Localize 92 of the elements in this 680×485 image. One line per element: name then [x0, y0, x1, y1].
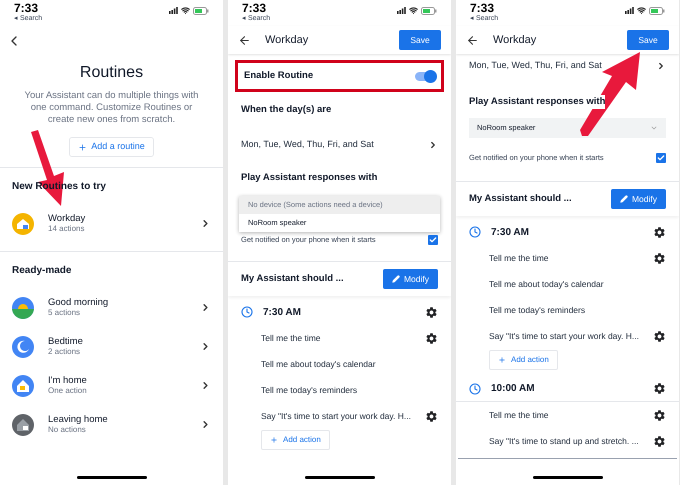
- settings-icon[interactable]: [653, 226, 666, 238]
- action-label[interactable]: Tell me the time: [261, 332, 425, 344]
- settings-icon[interactable]: [425, 306, 438, 318]
- routine-name: Bedtime: [48, 336, 83, 348]
- signal-icon: [169, 7, 178, 14]
- section-heading: My Assistant should ...: [241, 272, 345, 286]
- settings-icon[interactable]: [653, 382, 666, 395]
- house-icon: [12, 212, 34, 234]
- days-row[interactable]: Mon, Tue, Wed, Thu, Fri, and Sat: [228, 128, 451, 162]
- status-time: 7:33: [242, 2, 266, 14]
- action-label[interactable]: Say "It's time to start your work day. H...: [261, 410, 425, 422]
- pencil-icon: [392, 275, 400, 283]
- action-label[interactable]: Tell me the time: [489, 252, 653, 264]
- routine-subtitle: 14 actions: [48, 224, 86, 234]
- action-label[interactable]: Tell me about today's calendar: [489, 278, 666, 290]
- action-label[interactable]: Say "It's time to stand up and stretch. ...: [489, 434, 653, 448]
- notify-checkbox[interactable]: [656, 153, 666, 163]
- modify-button[interactable]: Modify: [382, 269, 438, 289]
- clock-icon: [241, 306, 253, 318]
- settings-icon[interactable]: [425, 332, 438, 344]
- signal-icon: [625, 7, 634, 14]
- settings-icon[interactable]: [653, 252, 666, 264]
- back-icon[interactable]: [238, 34, 251, 46]
- section-heading: Play Assistant responses with: [469, 94, 606, 110]
- section-heading: Ready-made: [12, 264, 72, 278]
- add-action-button[interactable]: Add action: [489, 350, 558, 370]
- description-text: Your Assistant can do multiple things with one command. Customize Routines or create new ones from scratch.: [24, 90, 200, 126]
- house-icon: [12, 374, 34, 396]
- wifi-icon: [637, 6, 646, 15]
- home-indicator: [532, 476, 602, 479]
- plus-icon: [270, 436, 278, 444]
- settings-icon[interactable]: [653, 330, 666, 342]
- pencil-icon: [620, 195, 628, 203]
- routine-name: Leaving home: [48, 414, 108, 426]
- save-button[interactable]: Save: [399, 30, 441, 50]
- wifi-icon: [409, 6, 418, 15]
- page-title: Routines: [78, 63, 144, 83]
- action-label[interactable]: Tell me about today's calendar: [261, 358, 438, 370]
- routine-subtitle: No actions: [48, 425, 87, 436]
- settings-icon[interactable]: [425, 410, 438, 422]
- settings-icon[interactable]: [653, 408, 666, 422]
- moon-icon: [12, 336, 34, 358]
- dropdown-icon: [650, 124, 658, 132]
- home-indicator: [304, 476, 374, 479]
- wifi-icon: [181, 6, 190, 15]
- section-heading: My Assistant should ...: [469, 192, 573, 206]
- home-indicator: [76, 476, 146, 479]
- back-icon[interactable]: [466, 34, 479, 46]
- battery-icon: [649, 6, 665, 14]
- status-time: 7:33: [470, 2, 494, 14]
- settings-icon[interactable]: [653, 434, 666, 448]
- chevron-right-icon: [428, 140, 438, 150]
- routine-subtitle: 5 actions: [48, 308, 82, 318]
- clock-icon: [469, 382, 481, 394]
- battery-icon: [421, 6, 437, 14]
- time-label: 7:30 AM: [263, 306, 302, 320]
- status-time: 7:33: [14, 2, 38, 14]
- routine-subtitle: 2 actions: [48, 347, 82, 358]
- routine-name: I'm home: [48, 374, 87, 386]
- time-label: 10:00 AM: [491, 382, 536, 396]
- routine-name: Good morning: [48, 296, 108, 308]
- screen-title: Workday: [493, 32, 538, 48]
- section-heading: When the day(s) are: [241, 102, 332, 117]
- modify-button[interactable]: Modify: [610, 189, 666, 209]
- battery-icon: [193, 6, 209, 14]
- routine-item[interactable]: Leaving home No actions: [0, 405, 223, 444]
- add-routine-button[interactable]: Add a routine: [69, 137, 154, 157]
- add-action-button[interactable]: Add action: [261, 430, 330, 450]
- notify-checkbox[interactable]: [428, 235, 438, 245]
- plus-icon: [78, 142, 88, 152]
- routine-item[interactable]: I'm home One action: [0, 366, 223, 405]
- routine-name: Workday: [48, 212, 86, 224]
- action-label[interactable]: Tell me the time: [489, 408, 653, 422]
- action-label[interactable]: Say "It's time to start your work day. H...: [489, 330, 653, 342]
- chevron-right-icon: [656, 61, 666, 71]
- routine-item[interactable]: Good morning 5 actions: [0, 288, 223, 327]
- house-icon: [12, 414, 34, 436]
- routine-item[interactable]: Bedtime 2 actions: [0, 327, 223, 366]
- days-row[interactable]: Mon, Tue, Wed, Thu, Fri, and Sat: [456, 54, 679, 78]
- action-label[interactable]: Tell me today's reminders: [261, 384, 438, 396]
- sunrise-icon: [12, 296, 34, 318]
- enable-toggle[interactable]: [415, 72, 435, 80]
- signal-icon: [397, 7, 406, 14]
- plus-icon: [498, 356, 506, 364]
- save-button[interactable]: Save: [627, 30, 669, 50]
- routine-item[interactable]: Workday 14 actions: [0, 204, 223, 243]
- setting-label: Enable Routine: [244, 68, 314, 83]
- clock-icon: [469, 226, 481, 238]
- screen-title: Workday: [265, 32, 310, 48]
- time-label: 7:30 AM: [491, 226, 530, 240]
- action-label[interactable]: Tell me today's reminders: [489, 304, 666, 316]
- routine-subtitle: One action: [48, 386, 88, 396]
